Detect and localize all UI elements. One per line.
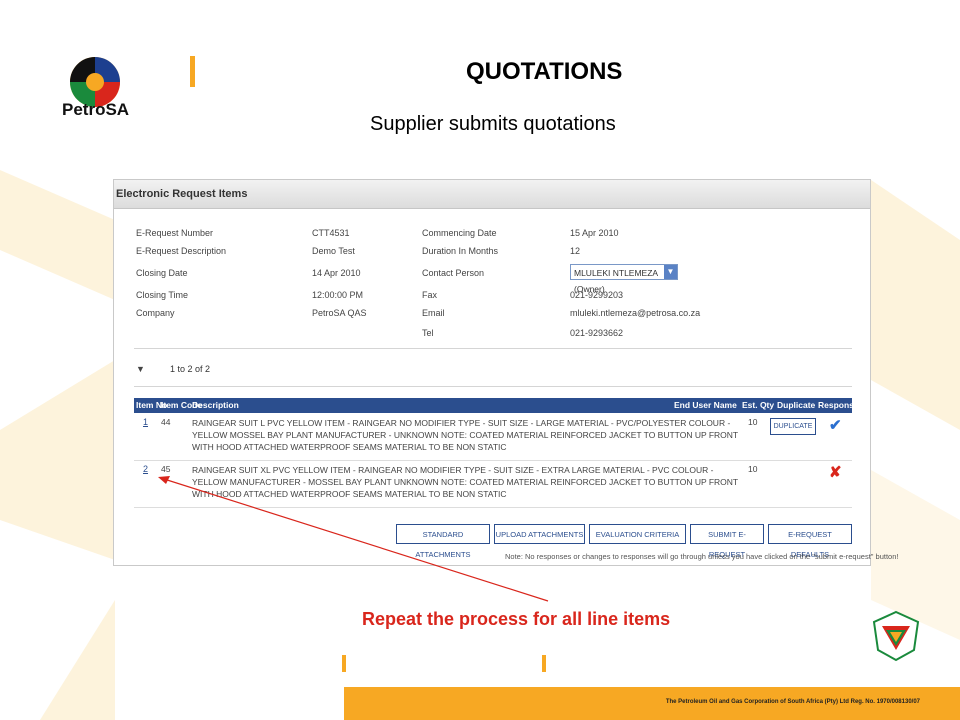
footer-text: The Petroleum Oil and Gas Corporation of… [665, 699, 920, 705]
proudly-south-african-seal [872, 610, 920, 662]
accent-mark-left [342, 655, 346, 672]
footer-bar: The Petroleum Oil and Gas Corporation of… [344, 687, 960, 720]
accent-mark-right [542, 655, 546, 672]
callout-text: Repeat the process for all line items [362, 609, 671, 629]
